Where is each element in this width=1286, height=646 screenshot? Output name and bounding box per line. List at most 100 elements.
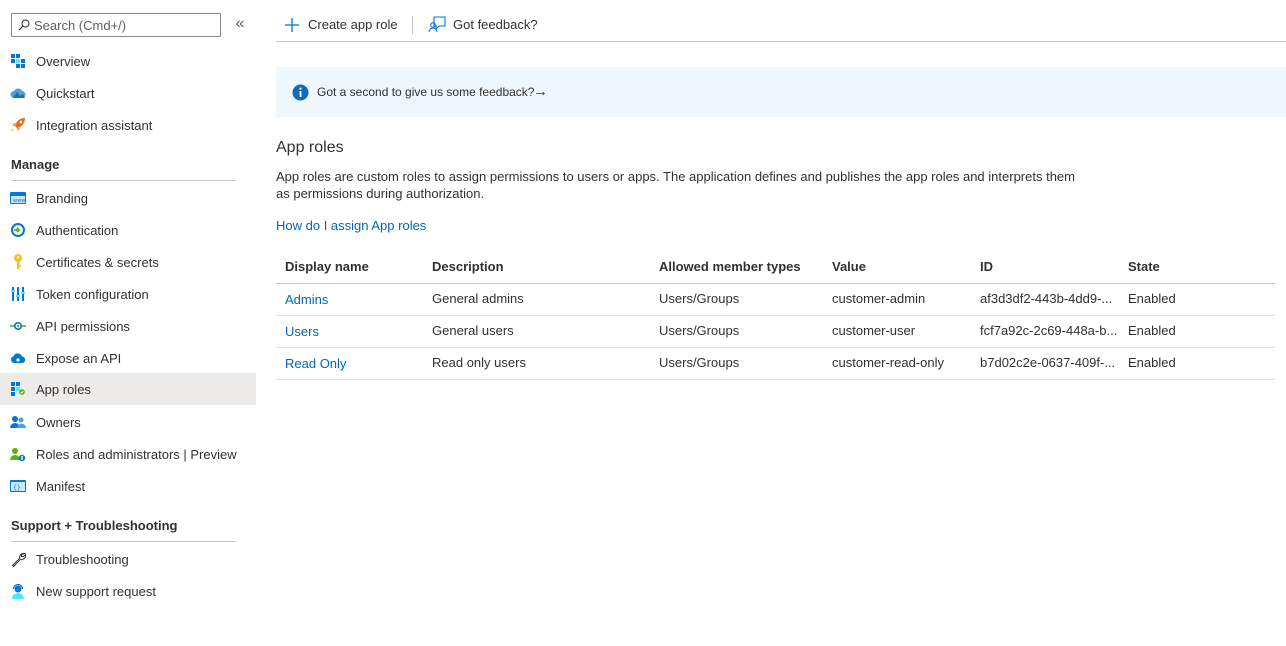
sidebar-item-label: Quickstart xyxy=(36,86,95,101)
column-header-state[interactable]: State xyxy=(1128,251,1268,283)
sidebar-item-troubleshooting[interactable]: Troubleshooting xyxy=(0,543,256,575)
role-name-link[interactable]: Read Only xyxy=(285,348,425,380)
manifest-icon: {} xyxy=(10,478,26,494)
app-roles-table: Display name Description Allowed member … xyxy=(276,252,1275,380)
column-header-description[interactable]: Description xyxy=(432,251,652,283)
role-member-types: Users/Groups xyxy=(659,355,740,370)
quickstart-icon xyxy=(10,85,26,101)
role-member-types: Users/Groups xyxy=(659,323,740,338)
sidebar-item-label: Authentication xyxy=(36,223,119,238)
cloud-icon xyxy=(10,350,26,366)
sidebar-item-certificates-secrets[interactable]: Certificates & secrets xyxy=(0,246,256,278)
owners-icon xyxy=(10,414,26,430)
overview-icon xyxy=(10,53,26,69)
create-app-role-label: Create app role xyxy=(308,17,398,32)
role-value: customer-read-only xyxy=(832,355,944,370)
wrench-icon xyxy=(10,551,26,567)
sidebar-item-label: Certificates & secrets xyxy=(36,255,159,270)
table-row[interactable]: Admins General admins Users/Groups custo… xyxy=(276,284,1275,316)
sidebar-item-label: Expose an API xyxy=(36,351,122,366)
rocket-icon xyxy=(10,117,26,133)
banner-text: Got a second to give us some feedback? xyxy=(317,85,535,99)
sidebar-item-branding[interactable]: www Branding xyxy=(0,182,256,214)
sidebar-item-label: New support request xyxy=(36,584,156,599)
column-header-value[interactable]: Value xyxy=(832,251,977,283)
info-icon xyxy=(292,84,309,101)
create-app-role-button[interactable]: Create app role xyxy=(284,8,398,41)
sidebar-item-owners[interactable]: Owners xyxy=(0,406,256,438)
sidebar-item-label: Troubleshooting xyxy=(36,552,129,567)
feedback-label: Got feedback? xyxy=(453,17,538,32)
column-header-display-name[interactable]: Display name xyxy=(285,251,425,283)
api-permissions-icon xyxy=(10,318,26,334)
section-divider xyxy=(11,541,236,542)
role-id: b7d02c2e-0637-409f-... xyxy=(980,355,1116,370)
key-icon xyxy=(10,254,26,270)
role-state: Enabled xyxy=(1128,291,1176,306)
role-description: General admins xyxy=(432,291,524,306)
role-description: Read only users xyxy=(432,355,526,370)
page-description: App roles are custom roles to assign per… xyxy=(276,169,1075,201)
authentication-icon xyxy=(10,222,26,238)
search-input[interactable] xyxy=(34,17,214,33)
branding-icon: www xyxy=(10,190,26,206)
sidebar-item-label: Overview xyxy=(36,54,91,69)
support-section-heading: Support + Troubleshooting xyxy=(11,518,178,533)
section-divider xyxy=(11,180,236,181)
support-request-icon xyxy=(10,583,26,599)
assign-app-roles-help-link[interactable]: How do I assign App roles xyxy=(276,218,426,233)
role-name-link[interactable]: Users xyxy=(285,316,425,348)
manage-section-heading: Manage xyxy=(11,157,60,172)
sidebar-item-expose-an-api[interactable]: Expose an API xyxy=(0,342,256,374)
sidebar-item-new-support-request[interactable]: New support request xyxy=(0,575,256,607)
sidebar-item-integration-assistant[interactable]: Integration assistant xyxy=(0,109,256,141)
table-row[interactable]: Read Only Read only users Users/Groups c… xyxy=(276,348,1275,380)
sidebar-item-label: App roles xyxy=(36,382,91,397)
command-bar: Create app role Got feedback? xyxy=(276,8,1286,42)
role-state: Enabled xyxy=(1128,323,1176,338)
collapse-sidebar-button[interactable]: « xyxy=(232,16,248,32)
sidebar-item-label: API permissions xyxy=(36,319,130,334)
table-row[interactable]: Users General users Users/Groups custome… xyxy=(276,316,1275,348)
feedback-button[interactable]: Got feedback? xyxy=(428,8,538,41)
table-header-row: Display name Description Allowed member … xyxy=(276,252,1275,284)
column-header-allowed-member-types[interactable]: Allowed member types xyxy=(659,251,829,283)
column-header-id[interactable]: ID xyxy=(980,251,1118,283)
role-id: af3d3df2-443b-4dd9-... xyxy=(980,291,1113,306)
role-id: fcf7a92c-2c69-448a-b... xyxy=(980,323,1118,338)
roles-admins-icon xyxy=(10,446,26,462)
page-title: App roles xyxy=(276,139,344,156)
role-state: Enabled xyxy=(1128,355,1176,370)
token-config-icon xyxy=(10,286,26,302)
sidebar-item-label: Branding xyxy=(36,191,89,206)
toolbar-divider xyxy=(412,16,413,34)
plus-icon xyxy=(285,17,299,32)
sidebar-item-label: Roles and administrators | Preview xyxy=(36,447,237,462)
feedback-banner[interactable]: Got a second to give us some feedback? → xyxy=(276,67,1286,117)
search-icon xyxy=(18,19,30,31)
role-value: customer-admin xyxy=(832,291,926,306)
feedback-icon xyxy=(428,16,446,33)
sidebar: « Overview Quickstart Integration assist… xyxy=(0,0,256,646)
svg-text:www: www xyxy=(13,198,25,204)
app-roles-icon xyxy=(10,381,26,397)
double-chevron-left-icon: « xyxy=(235,15,245,32)
search-box[interactable] xyxy=(11,13,221,37)
sidebar-item-authentication[interactable]: Authentication xyxy=(0,214,256,246)
sidebar-item-api-permissions[interactable]: API permissions xyxy=(0,310,256,342)
sidebar-item-manifest[interactable]: {} Manifest xyxy=(0,470,256,502)
role-name-link[interactable]: Admins xyxy=(285,284,425,316)
role-member-types: Users/Groups xyxy=(659,291,740,306)
sidebar-item-quickstart[interactable]: Quickstart xyxy=(0,77,256,109)
role-description: General users xyxy=(432,323,514,338)
sidebar-item-label: Manifest xyxy=(36,479,86,494)
sidebar-item-token-configuration[interactable]: Token configuration xyxy=(0,278,256,310)
sidebar-item-label: Integration assistant xyxy=(36,118,153,133)
arrow-right-icon: → xyxy=(533,83,548,100)
svg-text:{}: {} xyxy=(13,484,21,492)
role-value: customer-user xyxy=(832,323,916,338)
sidebar-item-roles-and-administrators[interactable]: Roles and administrators | Preview xyxy=(0,438,256,470)
sidebar-item-overview[interactable]: Overview xyxy=(0,45,256,77)
sidebar-item-label: Owners xyxy=(36,415,81,430)
sidebar-item-app-roles[interactable]: App roles xyxy=(0,373,256,405)
